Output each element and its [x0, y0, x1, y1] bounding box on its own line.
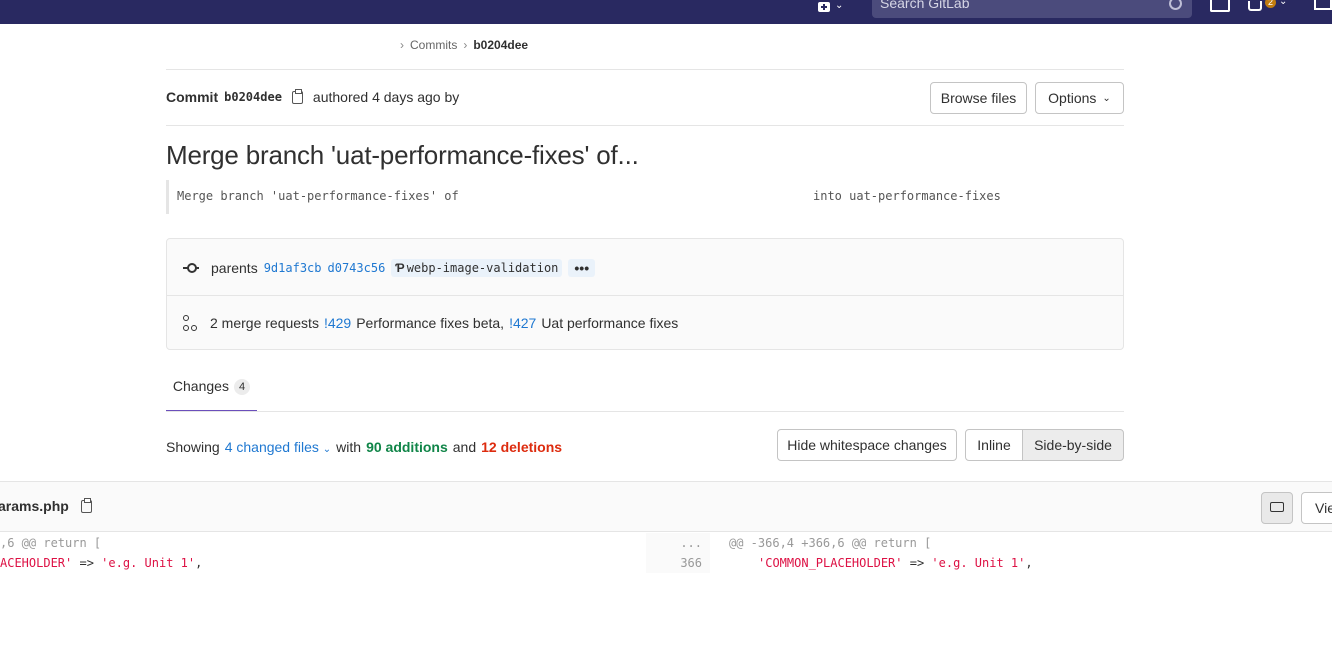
tab-changes-count: 4	[233, 379, 251, 395]
merge-requests-row: 2 merge requests !429 Performance fixes …	[183, 315, 678, 331]
browse-files-button[interactable]: Browse files	[930, 82, 1027, 114]
chevron-down-icon: ⌄	[1279, 0, 1288, 7]
branch-pill[interactable]: Ƥ webp-image-validation	[391, 259, 563, 277]
right-value: 'e.g. Unit 1'	[931, 556, 1026, 570]
chevron-down-icon: ⌄	[1102, 92, 1111, 104]
file-name[interactable]: arams.php	[0, 498, 69, 514]
inline-view-button[interactable]: Inline	[965, 429, 1023, 461]
file-header: arams.php Vie	[0, 481, 1332, 532]
side-by-side-view-button[interactable]: Side-by-side	[1022, 429, 1124, 461]
left-arrow: =>	[79, 556, 94, 570]
showing-text: Showing	[166, 439, 220, 455]
branch-icon: Ƥ	[395, 261, 405, 275]
new-dropdown-button[interactable]: ⌄	[818, 0, 843, 18]
deletions-count: 12 deletions	[481, 439, 563, 455]
right-code-line: 'COMMON_PLACEHOLDER' => 'e.g. Unit 1',	[758, 553, 1033, 573]
and-text: and	[452, 439, 477, 455]
merge-requests-nav[interactable]: 2 ⌄	[1248, 0, 1287, 11]
divider	[166, 125, 1124, 126]
todo-icon[interactable]	[1210, 0, 1230, 12]
divider	[166, 69, 1124, 70]
description-left: Merge branch 'uat-performance-fixes' of	[177, 189, 459, 203]
right-hunk-header: @@ -366,4 +366,6 @@ return [	[729, 536, 932, 550]
tab-changes[interactable]: Changes 4	[166, 378, 257, 412]
mr-count-text: 2 merge requests	[210, 315, 319, 331]
merge-request-icon	[183, 315, 197, 331]
search-icon	[1169, 0, 1182, 10]
chevron-down-icon: ⌄	[835, 0, 844, 11]
plus-icon	[818, 2, 830, 12]
mr-title-427: Uat performance fixes	[541, 315, 679, 331]
additions-count: 90 additions	[366, 439, 448, 455]
search-box[interactable]	[872, 0, 1192, 18]
left-hunk-header: ,6 @@ return [	[0, 536, 102, 550]
parents-label: parents	[211, 260, 258, 276]
parents-row: parents 9d1af3cb d0743c56 Ƥ webp-image-v…	[183, 259, 596, 277]
toggle-comments-button[interactable]	[1261, 492, 1293, 524]
options-dropdown[interactable]: Options ⌄	[1035, 82, 1124, 114]
mr-link-427[interactable]: !427	[509, 315, 536, 331]
search-input[interactable]	[872, 0, 1160, 12]
authored-text: authored 4 days ago by	[312, 89, 460, 105]
right-arrow: =>	[909, 556, 925, 570]
description-right: into uat-performance-fixes	[813, 189, 1001, 203]
left-comma: ,	[195, 556, 203, 570]
mr-count-badge: 2	[1265, 0, 1277, 8]
tab-changes-label: Changes	[172, 378, 229, 394]
right-line-number[interactable]: 366	[646, 553, 710, 573]
commit-sha: b0204dee	[224, 90, 282, 104]
breadcrumb-sha[interactable]: b0204dee	[473, 38, 528, 52]
top-navbar: ⌄ 2 ⌄	[0, 0, 1332, 24]
parent-link-1[interactable]: 9d1af3cb	[264, 261, 322, 275]
breadcrumb: › Commits › b0204dee	[400, 38, 528, 52]
breadcrumb-commits[interactable]: Commits	[410, 38, 457, 52]
issues-icon[interactable]	[1314, 0, 1332, 10]
diff-stats: Showing 4 changed files ⌄ with 90 additi…	[166, 439, 562, 455]
more-branches-button[interactable]: •••	[568, 259, 596, 277]
parent-link-2[interactable]: d0743c56	[328, 261, 386, 275]
divider	[166, 411, 1124, 412]
divider	[167, 295, 1123, 296]
left-code-line: ACEHOLDER' => 'e.g. Unit 1',	[0, 553, 202, 573]
branch-name: webp-image-validation	[406, 261, 559, 275]
right-key: 'COMMON_PLACEHOLDER'	[758, 556, 903, 570]
commit-icon	[183, 263, 199, 273]
left-key: ACEHOLDER'	[0, 556, 73, 570]
comment-icon	[1270, 502, 1284, 512]
commit-description: Merge branch 'uat-performance-fixes' of …	[166, 180, 1124, 214]
commit-label: Commit	[166, 89, 219, 105]
copy-icon[interactable]	[291, 88, 303, 104]
commit-info-block: parents 9d1af3cb d0743c56 Ƥ webp-image-v…	[166, 238, 1124, 350]
chevron-right-icon: ›	[463, 38, 468, 52]
with-text: with	[336, 439, 362, 455]
chevron-down-icon: ⌄	[322, 444, 332, 455]
left-value: 'e.g. Unit 1'	[101, 556, 196, 570]
view-file-button[interactable]: Vie	[1301, 492, 1332, 524]
mr-title-429: Performance fixes beta,	[356, 315, 505, 331]
hide-whitespace-button[interactable]: Hide whitespace changes	[777, 429, 957, 461]
file-name-wrap: arams.php	[0, 497, 96, 514]
copy-icon[interactable]	[80, 497, 92, 513]
options-label: Options	[1048, 90, 1097, 106]
merge-request-icon	[1248, 0, 1262, 11]
chevron-right-icon: ›	[400, 38, 404, 52]
commit-meta: Commit b0204dee authored 4 days ago by	[166, 88, 460, 105]
mr-link-429[interactable]: !429	[324, 315, 351, 331]
changed-files-label: 4 changed files	[224, 439, 319, 455]
changed-files-dropdown[interactable]: 4 changed files ⌄	[225, 439, 331, 455]
left-line-number: ...	[646, 533, 710, 553]
commit-title: Merge branch 'uat-performance-fixes' of.…	[166, 140, 639, 170]
right-comma: ,	[1025, 556, 1033, 570]
